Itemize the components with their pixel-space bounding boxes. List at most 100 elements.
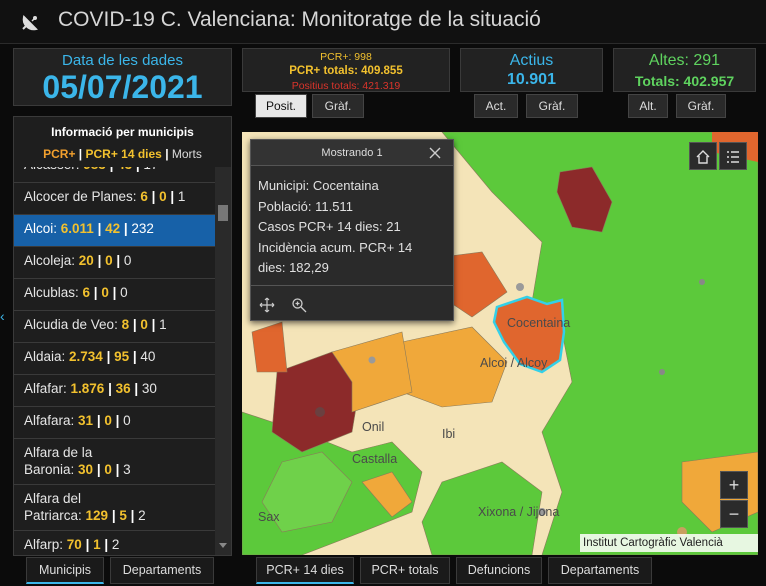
tab-act[interactable]: Act. — [474, 94, 518, 118]
tab-pcr14-dies[interactable]: PCR+ 14 dies — [256, 557, 354, 584]
list-item[interactable]: Alfarp: 70 | 1 | 2 — [14, 531, 215, 555]
morts-value: 40 — [140, 349, 156, 364]
tab-actius-graf[interactable]: Gràf. — [526, 94, 578, 118]
zoom-to-icon[interactable] — [291, 297, 307, 313]
pcr14-value: 0 — [101, 285, 109, 300]
altes-label: Altes: 291 — [648, 52, 721, 69]
separator: | — [126, 508, 139, 523]
map-label-xixona: Xixona / Jijona — [478, 505, 560, 519]
municipi-name: Alcoi: — [24, 221, 61, 236]
morts-value: 0 — [120, 285, 128, 300]
separator: | — [93, 253, 106, 268]
close-icon[interactable] — [427, 145, 443, 161]
separator: | — [147, 317, 160, 332]
separator: | — [93, 221, 106, 236]
list-item[interactable]: Alfara de la Baronia: 30 | 0 | 3 — [14, 439, 215, 485]
tab-alt[interactable]: Alt. — [628, 94, 668, 118]
tab-altes-graf[interactable]: Gràf. — [676, 94, 726, 118]
tab-departaments-map[interactable]: Departaments — [548, 557, 652, 584]
pcr14-value: 0 — [105, 253, 113, 268]
map-label-cocentaina: Cocentaina — [507, 316, 571, 330]
zoom-in-button[interactable]: + — [720, 471, 748, 499]
list-item[interactable]: Alcublas: 6 | 0 | 0 — [14, 279, 215, 311]
municipi-name: Patriarca: — [24, 508, 86, 523]
municipi-name: Alfara de la — [24, 445, 93, 460]
municipi-name: Alcasser: — [24, 167, 83, 172]
layer-list-icon[interactable] — [719, 142, 747, 170]
pcr-value: 8 — [121, 317, 130, 332]
actius-value: 10.901 — [507, 71, 556, 88]
popup-poblacio: Població: 11.511 — [258, 198, 353, 214]
popup-content: Municipi: Cocentaina Població: 11.511 Ca… — [258, 176, 450, 279]
pcr-value: 129 — [85, 508, 109, 523]
pcr-daily: PCR+: 998 — [320, 51, 372, 63]
legend-morts: Morts — [171, 147, 202, 161]
chevron-left-icon[interactable]: ‹ — [0, 308, 6, 324]
list-item[interactable]: Alcoi: 6.011 | 42 | 232 — [14, 215, 215, 247]
tab-posit[interactable]: Posit. — [255, 94, 307, 118]
date-label: Data de les dades — [62, 52, 183, 69]
list-item[interactable]: Aldaia: 2.734 | 95 | 40 — [14, 343, 215, 375]
list-item[interactable]: Alfafara: 31 | 0 | 0 — [14, 407, 215, 439]
morts-value: 2 — [111, 537, 120, 552]
scroll-down-icon[interactable] — [219, 543, 227, 548]
home-icon[interactable] — [689, 142, 717, 170]
tab-defuncions[interactable]: Defuncions — [456, 557, 542, 584]
popup-divider — [251, 285, 453, 286]
pcr14-value: 0 — [104, 462, 112, 477]
pcr-value: 6.011 — [60, 221, 94, 236]
list-item[interactable]: Alcoleja: 20 | 0 | 0 — [14, 247, 215, 279]
actius-label: Actius — [509, 52, 554, 69]
tab-municipis[interactable]: Municipis — [26, 557, 104, 584]
tab-pcr-totals[interactable]: PCR+ totals — [360, 557, 450, 584]
separator: | — [108, 508, 120, 523]
pcr14-value: 0 — [140, 317, 148, 332]
pcr-value: 983 — [83, 167, 106, 172]
actius-panel: Actius 10.901 — [460, 48, 603, 92]
app-header: COVID-19 C. Valenciana: Monitoratge de l… — [0, 0, 766, 44]
morts-value: 30 — [141, 381, 157, 396]
list-item[interactable]: Alcasser: 983 | 43 | 17 — [14, 167, 215, 183]
list-item[interactable]: Alfara del Patriarca: 129 | 5 | 2 — [14, 485, 215, 531]
zoom-out-button[interactable]: − — [720, 500, 748, 528]
page-title: COVID-19 C. Valenciana: Monitoratge de l… — [58, 8, 541, 31]
separator: | — [130, 381, 142, 396]
date-value: 05/07/2021 — [42, 69, 203, 105]
list-item[interactable]: Alfafar: 1.876 | 36 | 30 — [14, 375, 215, 407]
list-title: Informació per municipis — [51, 125, 194, 139]
pcr14-value: 5 — [119, 508, 127, 523]
list-item[interactable]: Alcocer de Planes: 6 | 0 | 1 — [14, 183, 215, 215]
municipi-name: Alcudia de Veo: — [24, 317, 122, 332]
separator: | — [106, 167, 117, 172]
pcr-value: 31 — [78, 413, 94, 428]
pcr-value: 20 — [78, 253, 94, 268]
morts-value: 1 — [159, 317, 167, 332]
tab-departaments-list[interactable]: Departaments — [110, 557, 214, 584]
separator: | — [129, 317, 141, 332]
list-item[interactable]: Alcudia de Veo: 8 | 0 | 1 — [14, 311, 215, 343]
map-label-alcoi: Alcoi / Alcoy — [480, 356, 548, 370]
pcr14-value: 0 — [159, 189, 167, 204]
morts-value: 1 — [177, 189, 186, 204]
popup-incidencia-1: Incidència acum. PCR+ 14 — [258, 239, 413, 255]
separator: | — [93, 413, 105, 428]
move-icon[interactable] — [259, 297, 275, 313]
popup-municipi: Municipi: Cocentaina — [258, 178, 379, 193]
altes-panel: Altes: 291 Totals: 402.957 — [613, 48, 756, 92]
tab-pcr-graf[interactable]: Gràf. — [312, 94, 364, 118]
pcr-value: 6 — [140, 189, 148, 204]
morts-value: 232 — [131, 221, 154, 236]
pcr14-value: 36 — [115, 381, 131, 396]
municipi-name: Alfafara: — [24, 413, 79, 428]
popup-incidencia-2: dies: 182,29 — [258, 260, 329, 275]
separator: | — [104, 381, 116, 396]
separator: | — [166, 189, 178, 204]
list-scrollbar[interactable] — [215, 167, 231, 555]
municipis-list: Alcasser: 983 | 43 | 17Alcocer de Planes… — [14, 167, 215, 555]
scrollbar-thumb[interactable] — [218, 205, 228, 221]
pcr14-value: 0 — [104, 413, 112, 428]
map-label-castalla: Castalla — [352, 452, 398, 466]
pcr14-value: 42 — [105, 221, 121, 236]
pcr-value: 2.734 — [69, 349, 103, 364]
pcr-value: 1.876 — [70, 381, 105, 396]
